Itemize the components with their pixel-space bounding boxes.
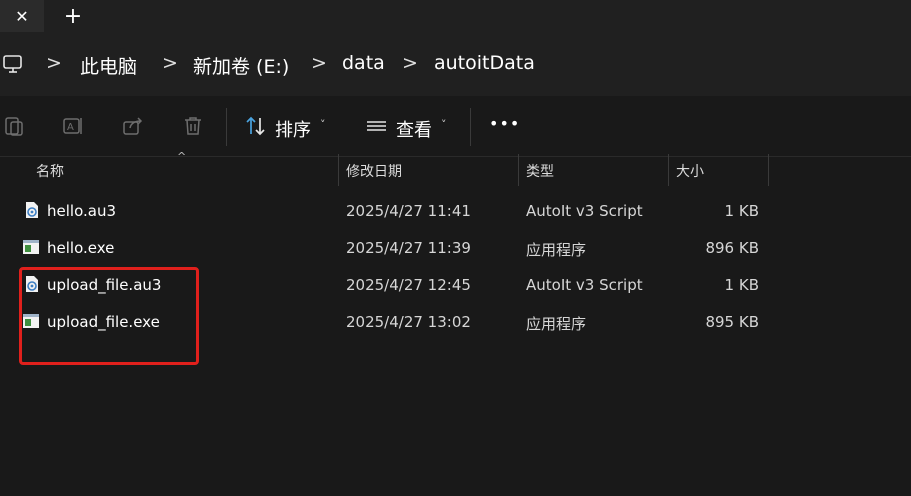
file-type: 应用程序 [526,315,587,333]
file-size: 1 KB [724,202,759,220]
chevron-down-icon[interactable]: ˅ [320,118,326,131]
exe-app-icon [22,238,40,256]
toolbar-divider [226,108,227,146]
close-icon: ✕ [15,6,29,26]
column-header-modified[interactable]: 修改日期 [346,161,402,181]
breadcrumb-separator[interactable]: > [46,52,62,74]
column-header-size[interactable]: 大小 [676,161,704,181]
column-divider[interactable] [668,154,669,186]
file-size: 895 KB [705,313,759,331]
delete-icon[interactable] [181,114,205,138]
view-button[interactable]: 查看 [396,116,432,142]
column-header-type[interactable]: 类型 [526,161,554,181]
file-name[interactable]: hello.exe [47,239,114,257]
clipboard-icon[interactable] [2,114,26,138]
highlight-annotation-box [19,267,199,365]
file-size: 1 KB [724,276,759,294]
more-options-button[interactable]: ••• [489,114,520,133]
file-name[interactable]: hello.au3 [47,202,116,220]
breadcrumb-separator[interactable]: > [162,52,178,74]
view-icon[interactable] [365,114,389,138]
close-tab-button[interactable]: ✕ [0,0,44,32]
new-tab-button[interactable]: + [58,0,88,32]
rename-icon[interactable]: A [61,114,85,138]
sort-icon[interactable] [244,114,268,138]
file-type: 应用程序 [526,241,587,259]
sort-ascending-icon: ^ [177,150,187,163]
breadcrumb-item-autoitdata[interactable]: autoitData [434,52,535,74]
file-modified: 2025/4/27 11:39 [346,239,471,257]
breadcrumb-separator[interactable]: > [402,52,418,74]
share-icon[interactable] [121,114,145,138]
column-divider[interactable] [338,154,339,186]
file-modified: 2025/4/27 11:41 [346,202,471,220]
tab-strip [0,0,911,32]
file-modified: 2025/4/27 13:02 [346,313,471,331]
plus-icon: + [63,3,83,29]
column-divider[interactable] [768,154,769,186]
breadcrumb-separator[interactable]: > [311,52,327,74]
file-size: 896 KB [705,239,759,257]
breadcrumb-item-drive[interactable]: 新加卷 (E:) [193,52,289,79]
computer-icon[interactable] [2,53,24,75]
toolbar-divider [470,108,471,146]
file-type: AutoIt v3 Script [526,202,643,220]
file-type: AutoIt v3 Script [526,276,643,294]
svg-text:A: A [67,122,74,133]
sort-button[interactable]: 排序 [275,116,311,142]
column-header-name[interactable]: 名称 [36,161,64,181]
file-modified: 2025/4/27 12:45 [346,276,471,294]
column-divider[interactable] [518,154,519,186]
chevron-down-icon[interactable]: ˅ [441,118,447,131]
breadcrumb-item-data[interactable]: data [342,52,385,74]
breadcrumb-item-this-pc[interactable]: 此电脑 [80,52,137,79]
au3-script-icon [23,201,41,219]
